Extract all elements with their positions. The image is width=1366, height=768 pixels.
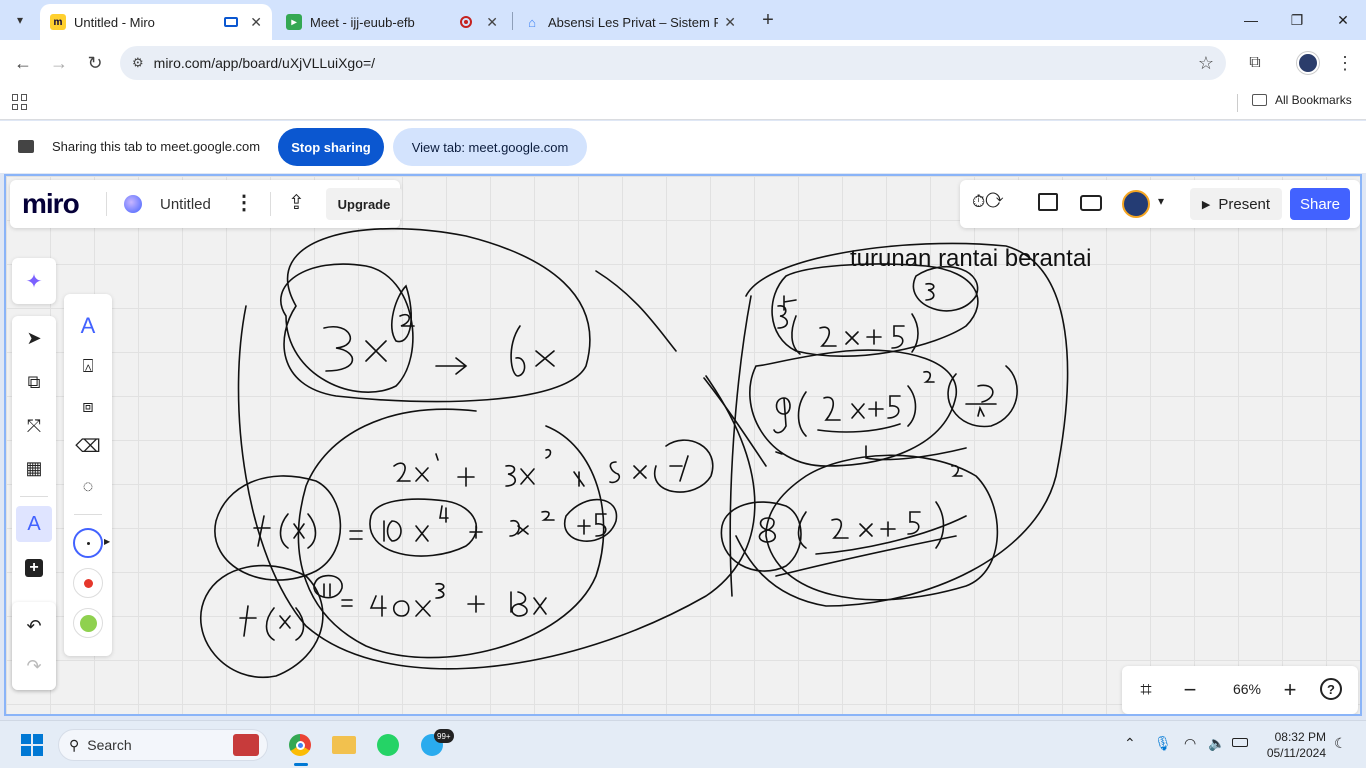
url-text[interactable]: miro.com/app/board/uXjVLLuiXgo=/ [154, 55, 375, 71]
chrome-icon[interactable] [284, 729, 316, 761]
file-explorer-icon[interactable] [328, 729, 360, 761]
volume-icon[interactable]: 🔈 [1208, 735, 1225, 752]
tab-search-chevron-icon[interactable]: ▾ [8, 8, 32, 32]
site-settings-icon[interactable]: ⚙ [132, 55, 144, 71]
screen-share-icon [18, 140, 34, 153]
close-icon[interactable]: ✕ [486, 14, 498, 31]
forward-button[interactable]: → [44, 48, 74, 78]
chrome-active-indicator [294, 763, 308, 766]
apps-grid-icon[interactable] [12, 94, 28, 110]
bookmarks-bar: All Bookmarks [0, 86, 1366, 120]
reload-button[interactable]: ↻ [80, 48, 110, 78]
screen-share-indicator-icon [224, 17, 239, 27]
microphone-icon[interactable]: 🎙 [1154, 735, 1172, 752]
whatsapp-icon[interactable] [372, 729, 404, 761]
meet-favicon-icon: ▸ [286, 14, 302, 30]
sites-favicon-icon: ⌂ [528, 14, 536, 30]
zoom-level[interactable]: 66% [1222, 681, 1272, 697]
notifications-icon[interactable]: ☾ [1334, 735, 1347, 752]
windows-taskbar: ⚲ Search 99+ ⌃ 🎙 ◠ 🔈 08:32 PM 05/11/2024… [0, 720, 1366, 768]
wifi-icon[interactable]: ◠ [1184, 735, 1196, 752]
back-button[interactable]: ← [8, 48, 38, 78]
tab-miro[interactable]: m Untitled - Miro ✕ [40, 4, 272, 40]
all-bookmarks[interactable]: All Bookmarks [1252, 93, 1352, 107]
clock-time[interactable]: 08:32 PM [1262, 730, 1326, 744]
fit-to-screen-icon[interactable]: ⌗ [1128, 672, 1164, 708]
close-icon[interactable]: ✕ [724, 14, 736, 31]
profile-avatar[interactable] [1297, 52, 1319, 74]
miro-favicon-icon: m [50, 14, 66, 30]
windows-start-icon[interactable] [16, 729, 48, 761]
search-icon: ⚲ [69, 736, 80, 753]
search-highlight-icon [233, 734, 259, 756]
miro-board[interactable]: miro Untitled ⋮ ⇪ Upgrade ⏱⟳ ▾ ▶ Present… [4, 174, 1362, 716]
help-symbol: ? [1327, 681, 1335, 697]
zoom-out-button[interactable]: − [1172, 672, 1208, 708]
zoom-controls: ⌗ − 66% + ? [1122, 666, 1358, 714]
bookmark-star-icon[interactable]: ☆ [1198, 53, 1214, 74]
tab-absensi[interactable]: ⌂ Absensi Les Privat – Sistem Rua ✕ [514, 4, 746, 40]
all-bookmarks-label: All Bookmarks [1275, 93, 1352, 107]
minimize-button[interactable]: — [1228, 0, 1274, 40]
telegram-badge: 99+ [434, 729, 454, 743]
clock-date[interactable]: 05/11/2024 [1254, 746, 1326, 760]
new-tab-button[interactable]: + [756, 8, 780, 32]
menu-kebab-icon[interactable]: ⋮ [1330, 48, 1360, 78]
board-text: turunan rantai berantai [850, 245, 1092, 272]
folder-icon [1252, 94, 1267, 106]
stop-sharing-button[interactable]: Stop sharing [278, 128, 384, 166]
bookmarks-divider [1237, 94, 1238, 112]
browser-toolbar: ← → ↻ ⚙ miro.com/app/board/uXjVLLuiXgo=/… [0, 40, 1366, 86]
sharing-message: Sharing this tab to meet.google.com [52, 139, 261, 154]
tab-title: Untitled - Miro [74, 14, 155, 30]
address-bar[interactable]: ⚙ miro.com/app/board/uXjVLLuiXgo=/ ☆ [120, 46, 1226, 80]
extensions-icon[interactable]: ⧉ [1240, 48, 1270, 78]
restore-button[interactable]: ❐ [1274, 0, 1320, 40]
close-icon[interactable]: ✕ [250, 14, 262, 31]
tab-sharing-bar: Sharing this tab to meet.google.com Stop… [0, 121, 1366, 173]
tab-title: Absensi Les Privat – Sistem Rua [548, 14, 718, 30]
recording-icon [460, 16, 473, 28]
tab-meet[interactable]: ▸ Meet - ijj-euub-efb ✕ [276, 4, 508, 40]
tab-divider [512, 12, 513, 30]
help-button[interactable]: ? [1320, 678, 1342, 700]
tab-strip: ▾ m Untitled - Miro ✕ ▸ Meet - ijj-euub-… [0, 0, 1366, 40]
close-window-button[interactable]: ✕ [1320, 0, 1366, 40]
handwritten-drawing[interactable]: turunan rantai berantai [6, 176, 1362, 716]
tab-title: Meet - ijj-euub-efb [310, 14, 415, 30]
taskbar-search[interactable]: ⚲ Search [58, 729, 268, 761]
zoom-in-button[interactable]: + [1272, 672, 1308, 708]
show-hidden-icons-icon[interactable]: ⌃ [1124, 735, 1136, 752]
view-tab-button[interactable]: View tab: meet.google.com [393, 128, 587, 166]
battery-icon[interactable] [1232, 738, 1248, 747]
search-label: Search [87, 737, 132, 753]
